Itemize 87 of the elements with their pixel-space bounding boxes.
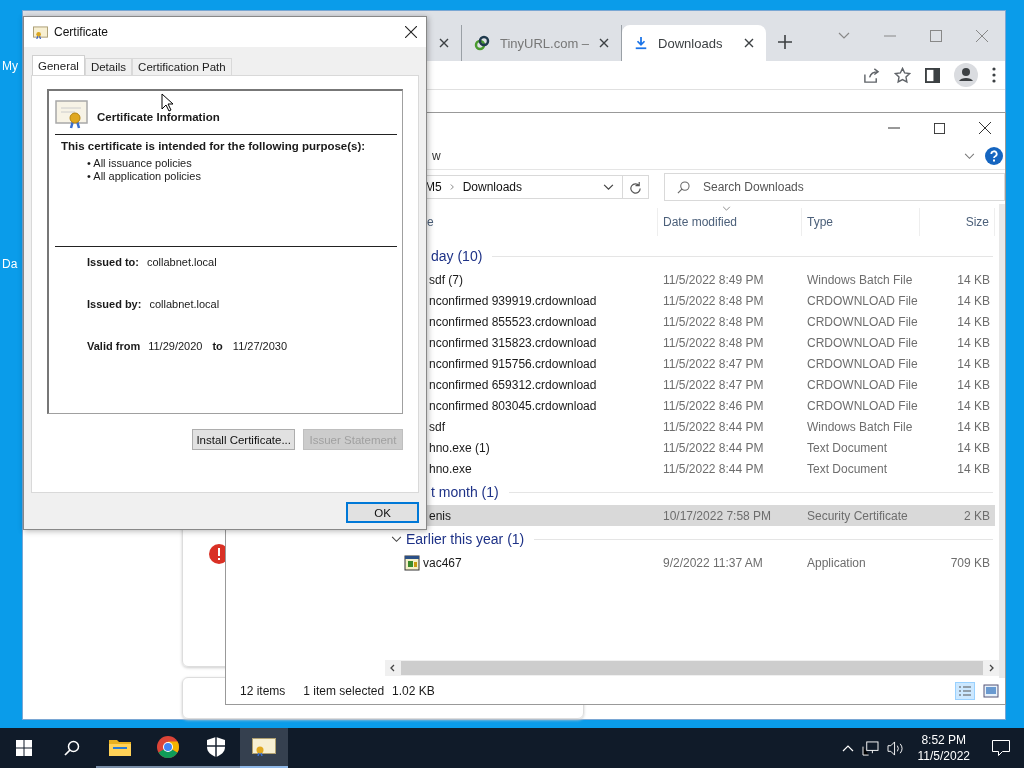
volume-icon[interactable] bbox=[886, 740, 904, 756]
field-value: collabnet.local bbox=[146, 256, 217, 270]
help-icon[interactable] bbox=[985, 147, 1003, 165]
close-icon[interactable] bbox=[744, 38, 755, 48]
field-value: collabnet.local bbox=[149, 298, 220, 312]
close-icon[interactable] bbox=[439, 38, 449, 48]
search-icon bbox=[677, 181, 690, 194]
field-label: Issued by: bbox=[87, 298, 142, 312]
large-icons-view-icon[interactable] bbox=[983, 684, 999, 698]
close-icon[interactable] bbox=[979, 122, 991, 134]
network-icon[interactable] bbox=[861, 740, 879, 756]
shield-icon bbox=[207, 737, 225, 757]
chevron-up-icon[interactable] bbox=[841, 744, 854, 752]
chevron-down-icon[interactable] bbox=[602, 183, 614, 191]
download-icon bbox=[634, 36, 649, 50]
close-icon[interactable] bbox=[405, 26, 417, 38]
search-field[interactable]: Search Downloads bbox=[664, 173, 1005, 201]
field-label: Valid from bbox=[87, 340, 141, 354]
file-row[interactable]: sdf (7) 11/5/2022 8:49 PM Windows Batch File 14 KB bbox=[427, 269, 995, 290]
field-label: to bbox=[212, 340, 223, 354]
purpose-item: • All application policies bbox=[87, 170, 202, 183]
dialog-tab[interactable]: General bbox=[32, 55, 85, 75]
scroll-left-icon[interactable] bbox=[389, 664, 395, 672]
profile-icon[interactable] bbox=[954, 63, 978, 87]
certificate-icon bbox=[33, 25, 48, 39]
refresh-button[interactable] bbox=[622, 175, 649, 199]
file-row[interactable]: nconfirmed 659312.crdownload 11/5/2022 8:47 PM CRDOWNLOAD File 14 KB bbox=[427, 374, 995, 395]
file-row[interactable]: vac467 9/2/2022 11:37 AM Application 709 KB bbox=[385, 552, 995, 573]
new-tab-icon[interactable] bbox=[778, 35, 793, 49]
close-icon[interactable] bbox=[599, 38, 610, 48]
chevron-down-icon[interactable] bbox=[964, 152, 975, 160]
share-icon[interactable] bbox=[863, 66, 880, 84]
notification-icon[interactable] bbox=[992, 740, 1010, 756]
dialog-tab[interactable]: Certification Path bbox=[132, 58, 232, 75]
scroll-right-icon[interactable] bbox=[989, 664, 995, 672]
file-row[interactable]: nconfirmed 915756.crdownload 11/5/2022 8:47 PM CRDOWNLOAD File 14 KB bbox=[427, 353, 995, 374]
window-title: Certificate bbox=[54, 25, 109, 39]
ok-button[interactable]: OK bbox=[346, 502, 419, 523]
sort-icon bbox=[722, 206, 731, 211]
field-label: Issued to: bbox=[87, 256, 139, 270]
file-row[interactable]: nconfirmed 315823.crdownload 11/5/2022 8:48 PM CRDOWNLOAD File 14 KB bbox=[427, 332, 995, 353]
file-row[interactable]: enis 10/17/2022 7:58 PM Security Certificate 2 KB bbox=[427, 505, 995, 526]
star-icon[interactable] bbox=[894, 66, 911, 84]
field-value: 11/27/2030 bbox=[232, 340, 288, 354]
group-header[interactable]: t month (1) bbox=[431, 484, 499, 500]
selection-info: 1 item selected bbox=[303, 684, 385, 698]
file-row[interactable]: nconfirmed 803045.crdownload 11/5/2022 8:46 PM CRDOWNLOAD File 14 KB bbox=[427, 395, 995, 416]
column-header[interactable]: Size bbox=[920, 208, 995, 236]
horizontal-scrollbar[interactable] bbox=[385, 660, 999, 676]
maximize-icon[interactable] bbox=[934, 122, 945, 134]
column-header[interactable]: Date modified bbox=[658, 208, 802, 236]
certificate-icon bbox=[55, 99, 89, 129]
folder-icon bbox=[109, 738, 131, 756]
file-row[interactable]: nconfirmed 939919.crdownload 11/5/2022 8:48 PM CRDOWNLOAD File 14 KB bbox=[427, 290, 995, 311]
start-icon[interactable] bbox=[16, 740, 32, 756]
browser-tab[interactable]: Downloads bbox=[622, 25, 767, 61]
group-header[interactable]: day (10) bbox=[431, 248, 483, 264]
dialog-button[interactable]: Install Certificate... bbox=[192, 429, 295, 450]
purpose-item: • All issuance policies bbox=[87, 157, 193, 170]
selection-size: 1.02 KB bbox=[392, 684, 435, 698]
menu-icon[interactable] bbox=[992, 67, 996, 83]
clock[interactable]: 8:52 PM 11/5/2022 bbox=[917, 732, 970, 764]
file-row[interactable]: sdf 11/5/2022 8:44 PM Windows Batch File 14 KB bbox=[427, 416, 995, 437]
group-header[interactable]: Earlier this year (1) bbox=[406, 531, 525, 547]
column-header[interactable]: Type bbox=[802, 208, 920, 236]
certificate-icon bbox=[252, 738, 276, 756]
field-value: 11/29/2020 bbox=[148, 340, 203, 354]
purpose-heading: This certificate is intended for the following purpose(s): bbox=[61, 140, 367, 152]
link-icon bbox=[474, 35, 490, 51]
browser-icon bbox=[157, 736, 179, 758]
dialog-heading: Certificate Information bbox=[97, 111, 220, 123]
taskbar-app[interactable] bbox=[240, 728, 288, 768]
cursor-icon bbox=[161, 93, 173, 112]
side-panel-icon[interactable] bbox=[925, 67, 940, 83]
file-row[interactable]: hno.exe 11/5/2022 8:44 PM Text Document 14 KB bbox=[427, 458, 995, 479]
file-row[interactable]: nconfirmed 855523.crdownload 11/5/2022 8:48 PM CRDOWNLOAD File 14 KB bbox=[427, 311, 995, 332]
breadcrumb[interactable]: Downloads bbox=[462, 180, 523, 194]
item-count: 12 items bbox=[240, 684, 286, 698]
menu-item[interactable]: w bbox=[432, 149, 441, 163]
application-icon bbox=[404, 554, 420, 571]
vertical-scrollbar[interactable] bbox=[999, 204, 1005, 678]
file-row[interactable]: hno.exe (1) 11/5/2022 8:44 PM Text Document 14 KB bbox=[427, 437, 995, 458]
chevron-right-icon bbox=[449, 183, 455, 191]
chevron-down-icon[interactable] bbox=[391, 535, 402, 543]
search-icon[interactable] bbox=[64, 740, 80, 756]
refresh-icon bbox=[628, 180, 642, 194]
dialog-tab[interactable]: Details bbox=[84, 58, 133, 75]
